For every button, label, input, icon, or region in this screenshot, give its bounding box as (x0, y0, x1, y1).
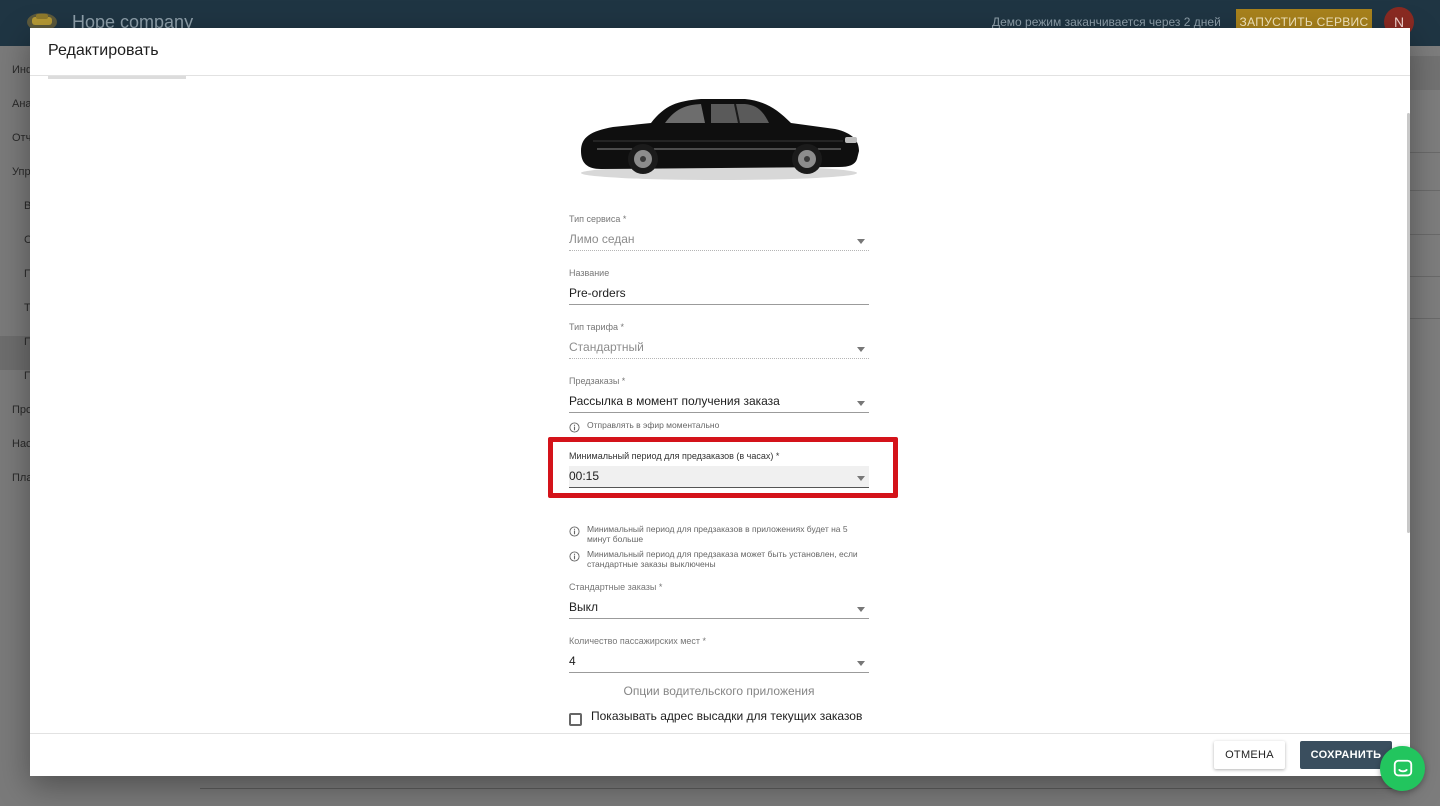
field-label: Тип тарифа * (569, 322, 624, 332)
background-panel (1410, 56, 1440, 90)
info-icon (569, 551, 580, 562)
background-divider (1410, 190, 1440, 191)
service-type-select[interactable]: Лимо седан (569, 229, 869, 251)
tariff-type-field[interactable]: Тип тарифа * Стандартный (569, 322, 869, 359)
background-content (1410, 46, 1440, 806)
field-label: Предзаказы * (569, 376, 626, 386)
caret-down-icon (857, 239, 865, 244)
modal-footer: ОТМЕНА СОХРАНИТЬ (30, 733, 1410, 776)
chat-bubble-icon (1393, 759, 1412, 776)
info-icon (569, 526, 580, 537)
modal-header: Редактировать (30, 28, 1410, 76)
show-dropoff-option[interactable]: Показывать адрес высадки для текущих зак… (569, 709, 869, 726)
preorders-hint: Отправлять в эфир моментально (569, 420, 869, 433)
modal-title: Редактировать (48, 42, 159, 59)
scrollbar-thumb[interactable] (1407, 113, 1410, 533)
field-label: Количество пассажирских мест * (569, 636, 707, 646)
driver-app-section-title: Опции водительского приложения (623, 684, 815, 698)
chat-widget-button[interactable] (1380, 746, 1425, 791)
hint-text: Минимальный период для предзаказа может … (587, 549, 858, 569)
preorders-field[interactable]: Предзаказы * Рассылка в момент получения… (569, 376, 869, 413)
seats-field[interactable]: Количество пассажирских мест * 4 (569, 636, 869, 673)
show-dropoff-checkbox[interactable] (569, 713, 582, 726)
field-value: Лимо седан (569, 232, 635, 246)
background-divider (1410, 152, 1440, 153)
field-value: Pre-orders (569, 286, 626, 300)
min-period-hint-standard: Минимальный период для предзаказа может … (569, 549, 869, 569)
highlight-annotation-box (548, 437, 898, 498)
caret-down-icon (857, 401, 865, 406)
hint-text: Минимальный период для предзаказов в при… (587, 524, 848, 544)
info-icon (569, 422, 580, 433)
field-label: Тип сервиса * (569, 214, 627, 224)
name-field[interactable]: Название Pre-orders (569, 268, 869, 305)
background-divider (1410, 234, 1440, 235)
background-divider (1410, 276, 1440, 277)
background-divider (1410, 318, 1440, 319)
save-button[interactable]: СОХРАНИТЬ (1300, 741, 1392, 769)
caret-down-icon (857, 661, 865, 666)
standard-orders-select[interactable]: Выкл (569, 597, 869, 619)
field-label: Стандартные заказы * (569, 582, 663, 592)
name-input[interactable]: Pre-orders (569, 283, 869, 305)
caret-down-icon (857, 347, 865, 352)
car-image (581, 99, 859, 180)
hint-text: Отправлять в эфир моментально (587, 420, 720, 430)
sidebar-item[interactable]: Нас (12, 438, 32, 450)
field-value: Рассылка в момент получения заказа (569, 394, 780, 408)
background-divider (200, 788, 1410, 789)
seats-select[interactable]: 4 (569, 651, 869, 673)
service-type-field[interactable]: Тип сервиса * Лимо седан (569, 214, 869, 251)
field-value: Выкл (569, 600, 599, 614)
checkbox-label[interactable]: Показывать адрес высадки для текущих зак… (591, 709, 862, 723)
modal-body[interactable]: Тип сервиса * Лимо седан Название Pre-or… (30, 77, 1410, 733)
field-value: 4 (569, 654, 576, 668)
field-value: Стандартный (569, 340, 644, 354)
sidebar-item[interactable]: Упр (12, 166, 31, 178)
caret-down-icon (857, 607, 865, 612)
cancel-button[interactable]: ОТМЕНА (1214, 741, 1285, 769)
sidebar: Инф Ана Отч Упр В С П Т П П Про Нас Пла (0, 46, 35, 806)
preorders-select[interactable]: Рассылка в момент получения заказа (569, 391, 869, 413)
edit-modal: Редактировать Тип сервиса * Лимо седан Н… (30, 28, 1410, 776)
sidebar-item[interactable]: Ана (12, 98, 32, 110)
field-label: Название (569, 268, 610, 278)
standard-orders-field[interactable]: Стандартные заказы * Выкл (569, 582, 869, 619)
sidebar-item[interactable]: Отч (12, 132, 31, 144)
min-period-hint-apps: Минимальный период для предзаказов в при… (569, 524, 869, 544)
demo-notice: Демо режим заканчивается через 2 дней (992, 15, 1221, 29)
tariff-type-select[interactable]: Стандартный (569, 337, 869, 359)
